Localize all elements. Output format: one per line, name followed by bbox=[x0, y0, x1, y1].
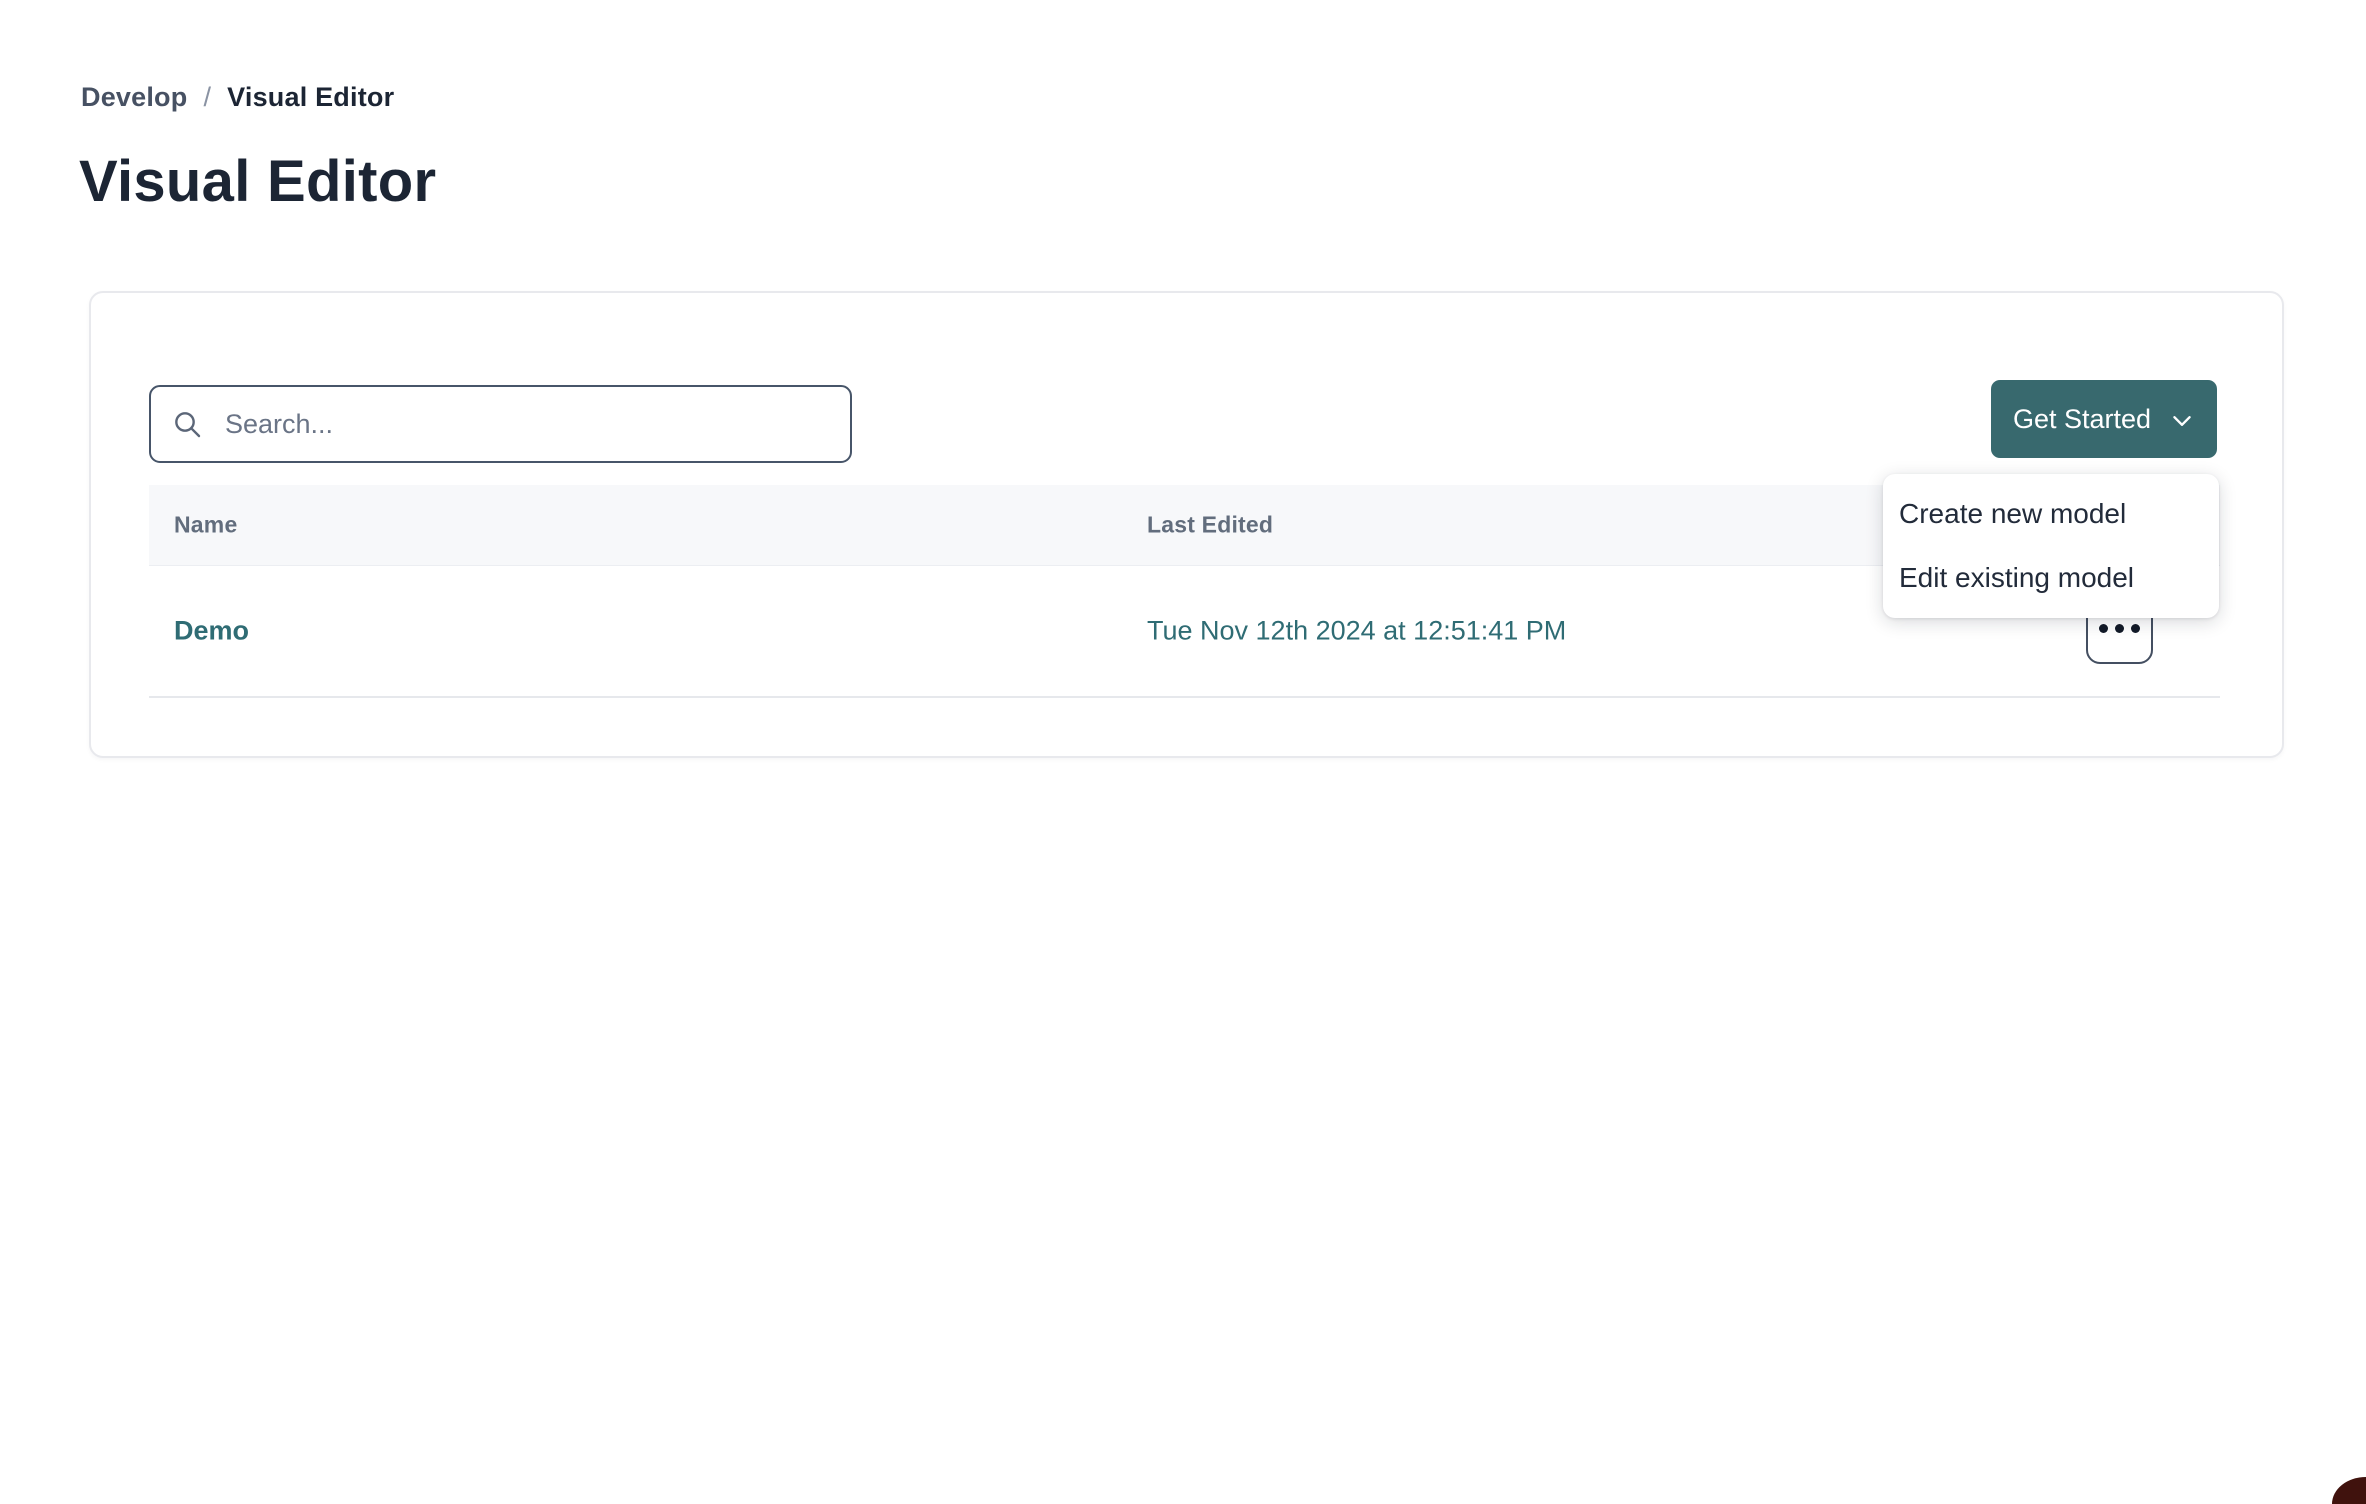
get-started-label: Get Started bbox=[2013, 404, 2151, 435]
menu-item-create-new-model[interactable]: Create new model bbox=[1883, 482, 2219, 546]
corner-artifact bbox=[2332, 1477, 2366, 1504]
page: Develop / Visual Editor Visual Editor Ge… bbox=[0, 0, 2366, 1504]
page-title: Visual Editor bbox=[79, 148, 436, 215]
get-started-dropdown-menu: Create new model Edit existing model bbox=[1883, 474, 2219, 618]
breadcrumb-separator: / bbox=[203, 82, 211, 113]
column-header-name: Name bbox=[174, 512, 237, 539]
breadcrumb-current-visual-editor: Visual Editor bbox=[227, 82, 394, 113]
chevron-down-icon bbox=[2169, 408, 2195, 434]
menu-item-edit-existing-model[interactable]: Edit existing model bbox=[1883, 546, 2219, 610]
get-started-button[interactable]: Get Started bbox=[1991, 380, 2217, 458]
ellipsis-icon bbox=[2099, 624, 2140, 633]
breadcrumb-develop[interactable]: Develop bbox=[81, 82, 187, 113]
model-name-link[interactable]: Demo bbox=[174, 616, 249, 647]
search-field-wrapper bbox=[149, 385, 852, 463]
row-divider bbox=[149, 696, 2220, 698]
column-header-last-edited: Last Edited bbox=[1147, 512, 1273, 539]
last-edited-value: Tue Nov 12th 2024 at 12:51:41 PM bbox=[1147, 616, 1566, 647]
search-input[interactable] bbox=[149, 385, 852, 463]
breadcrumb: Develop / Visual Editor bbox=[81, 82, 394, 113]
